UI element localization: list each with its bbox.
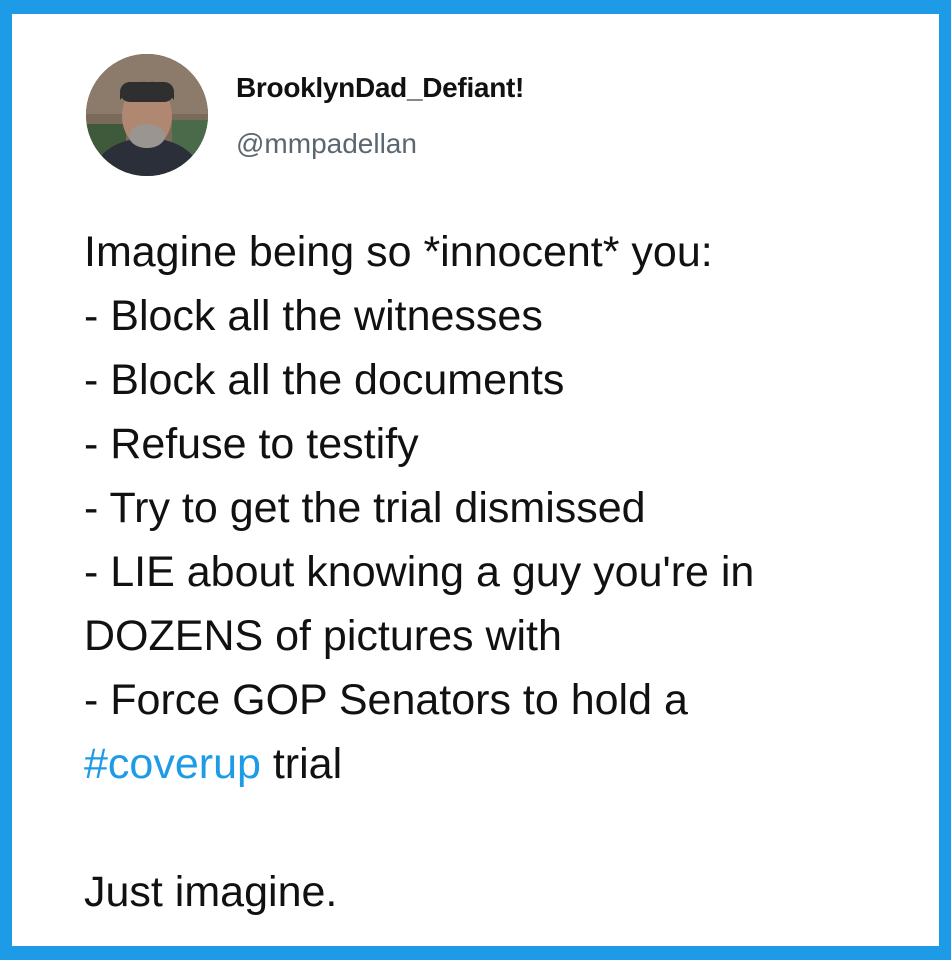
paragraph-break [84, 796, 884, 860]
hashtag-link[interactable]: #coverup [84, 740, 261, 788]
profile-photo-icon [86, 54, 208, 176]
avatar[interactable] [86, 54, 208, 176]
tweet-text: Imagine being so *innocent* you: - Block… [84, 220, 884, 924]
hashtag-suffix: trial [260, 740, 343, 788]
tweet-line: - Block all the witnesses [84, 292, 543, 340]
tweet-line: - LIE about knowing a guy you're in [84, 548, 755, 596]
tweet-line: Imagine being so *innocent* you: [84, 228, 713, 276]
tweet-line: - Try to get the trial dismissed [84, 484, 646, 532]
tweet-line: DOZENS of pictures with [84, 612, 562, 660]
author-display-name[interactable]: BrooklynDad_Defiant! [236, 72, 524, 104]
tweet-screenshot-frame: BrooklynDad_Defiant! @mmpadellan Imagine… [0, 0, 951, 960]
tweet-line: - Block all the documents [84, 356, 565, 404]
author-handle[interactable]: @mmpadellan [236, 128, 417, 160]
tweet-line: - Refuse to testify [84, 420, 419, 468]
tweet-card: BrooklynDad_Defiant! @mmpadellan Imagine… [12, 14, 939, 946]
tweet-closing: Just imagine. [84, 868, 338, 916]
tweet-line: - Force GOP Senators to hold a [84, 676, 688, 724]
tweet-line-hashtag: #coverup trial [84, 732, 884, 796]
